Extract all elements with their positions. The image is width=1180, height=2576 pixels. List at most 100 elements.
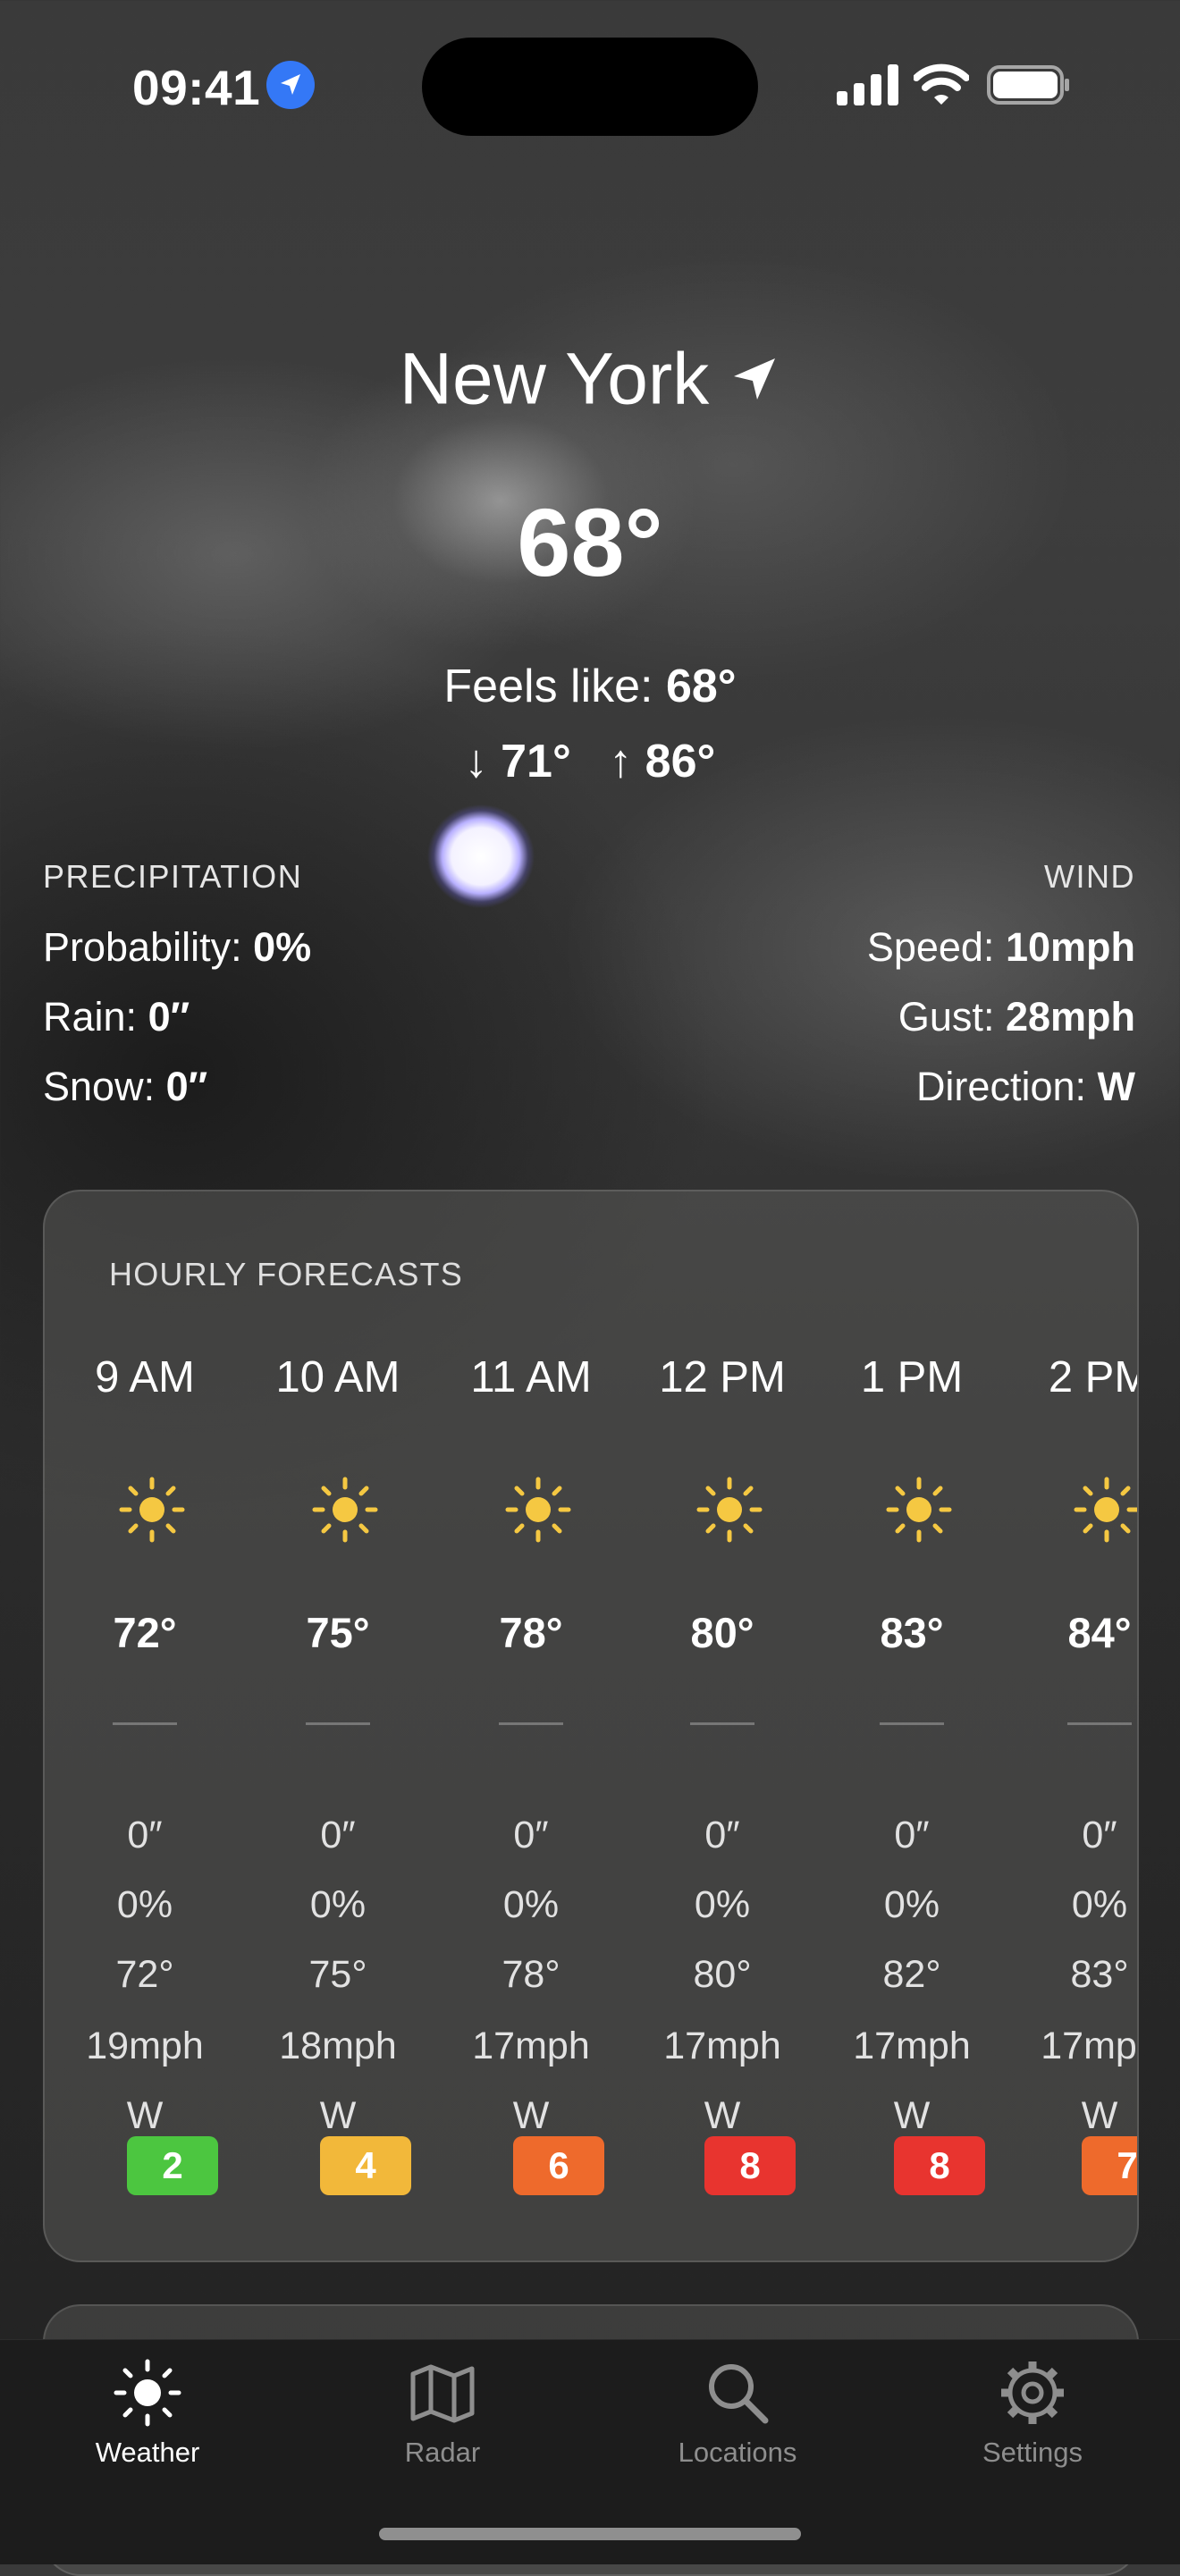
hour-wind-direction: W	[319, 2094, 357, 2137]
feels-like: Feels like: 68°	[0, 660, 1180, 713]
hour-column: 2 PM 84° 0″ 0% 83° 17mph W7	[1003, 1191, 1137, 2260]
hour-wind-speed: 19mph	[86, 2025, 204, 2067]
wind-direction: Direction: W	[867, 1064, 1135, 1133]
hour-probability: 0%	[883, 1883, 940, 1926]
uv-index-badge: 4	[320, 2136, 411, 2195]
sun-icon	[1074, 1477, 1137, 1543]
hourly-forecast-card[interactable]: HOURLY FORECASTS 9 AM 72° 0″ 0% 72° 19mph W 2 10…	[43, 1190, 1139, 2262]
label: Rain:	[43, 994, 148, 1040]
hour-precipitation: 0″	[894, 1814, 930, 1856]
uv-index-badge: 7	[1082, 2136, 1137, 2195]
hour-wind-direction: W	[126, 2094, 164, 2137]
low-temperature: ↓ 71°	[465, 736, 571, 787]
wind-speed: Speed: 10mph	[867, 924, 1135, 994]
hour-wind-speed: 17mph	[472, 2025, 590, 2067]
hourly-forecast-list[interactable]: 9 AM 72° 0″ 0% 72° 19mph W 2 10 AM 75° 0″ 0% 75° 18mp…	[45, 1191, 1137, 2260]
high-temperature: ↑ 86°	[609, 736, 715, 787]
map-icon	[410, 2364, 475, 2423]
uv-index-badge: 6	[513, 2136, 604, 2195]
feels-like-label: Feels like:	[443, 661, 666, 712]
tab-label: Radar	[404, 2437, 481, 2468]
low-value: 71°	[501, 736, 571, 787]
tab-label: Locations	[678, 2437, 797, 2468]
search-icon	[709, 2364, 769, 2424]
status-time: 09:41	[132, 60, 261, 115]
battery-icon	[987, 65, 1069, 105]
hour-probability: 0%	[1071, 1883, 1128, 1926]
precipitation-section: PRECIPITATION Probability: 0% Rain: 0″ S…	[43, 858, 311, 1133]
hour-divider	[306, 1722, 370, 1725]
sun-icon	[119, 1477, 185, 1543]
hour-wind-speed: 17mph	[853, 2025, 971, 2067]
value: 28mph	[1005, 994, 1135, 1040]
tab-label: Settings	[982, 2437, 1083, 2468]
hour-column: 12 PM 80° 0″ 0% 80° 17mph W 8	[626, 1191, 819, 2260]
uv-index-badge: 2	[127, 2136, 218, 2195]
hour-divider	[880, 1722, 944, 1725]
wind-gust: Gust: 28mph	[867, 994, 1135, 1064]
hour-column: 1 PM 83° 0″ 0% 82° 17mph W 8	[815, 1191, 1008, 2260]
value: 0″	[165, 1064, 208, 1109]
hour-temperature: 78°	[499, 1609, 563, 1656]
hour-time: 1 PM	[860, 1353, 964, 1402]
hour-column: 10 AM 75° 0″ 0% 75° 18mph W 4	[241, 1191, 434, 2260]
precipitation-snow: Snow: 0″	[43, 1064, 311, 1133]
hour-divider	[1067, 1722, 1132, 1725]
tab-settings[interactable]: Settings	[885, 2340, 1180, 2528]
sun-icon	[312, 1477, 378, 1543]
hour-probability: 0%	[694, 1883, 751, 1926]
hour-wind-direction: W	[1081, 2094, 1118, 2137]
precipitation-rain: Rain: 0″	[43, 994, 311, 1064]
high-value: 86°	[645, 736, 716, 787]
hour-precipitation: 0″	[1082, 1814, 1117, 1856]
down-arrow-icon: ↓	[464, 736, 488, 787]
sun-icon	[886, 1477, 952, 1543]
hour-divider	[113, 1722, 177, 1725]
hour-time: 10 AM	[275, 1353, 400, 1402]
label: Gust:	[898, 994, 1006, 1040]
hour-time: 12 PM	[659, 1353, 786, 1402]
hour-wind-speed: 18mph	[279, 2025, 397, 2067]
hour-wind-speed: 17mph	[1041, 2025, 1137, 2067]
hour-time: 2 PM	[1048, 1353, 1137, 1402]
tab-locations[interactable]: Locations	[590, 2340, 885, 2528]
hour-probability: 0%	[309, 1883, 367, 1926]
hour-wind-speed: 17mph	[663, 2025, 781, 2067]
tab-radar[interactable]: Radar	[295, 2340, 590, 2528]
hour-temperature: 72°	[113, 1609, 177, 1656]
hour-precipitation: 0″	[704, 1814, 740, 1856]
home-indicator[interactable]	[379, 2528, 801, 2540]
value: 0%	[253, 924, 312, 970]
wind-header: WIND	[1044, 858, 1135, 895]
hour-precipitation: 0″	[320, 1814, 356, 1856]
hour-feels-like: 72°	[115, 1953, 174, 1996]
hour-time: 9 AM	[95, 1353, 195, 1402]
hour-feels-like: 83°	[1070, 1953, 1129, 1996]
precipitation-probability: Probability: 0%	[43, 924, 311, 994]
hour-precipitation: 0″	[127, 1814, 163, 1856]
value: W	[1097, 1064, 1135, 1109]
hour-probability: 0%	[502, 1883, 560, 1926]
hour-divider	[499, 1722, 563, 1725]
hour-column: 11 AM 78° 0″ 0% 78° 17mph W 6	[434, 1191, 628, 2260]
dynamic-island	[422, 38, 758, 136]
location-arrow-icon	[734, 358, 776, 400]
hour-wind-direction: W	[512, 2094, 550, 2137]
hour-wind-direction: W	[893, 2094, 931, 2137]
label: Probability:	[43, 924, 254, 970]
city-name: New York	[399, 338, 710, 420]
feels-like-value: 68°	[665, 661, 737, 712]
cellular-signal-icon	[837, 64, 898, 105]
hour-feels-like: 75°	[308, 1953, 367, 1996]
up-arrow-icon: ↑	[609, 736, 633, 787]
hour-temperature: 83°	[880, 1609, 944, 1656]
hour-wind-direction: W	[704, 2094, 741, 2137]
tab-weather[interactable]: Weather	[0, 2340, 295, 2528]
sun-icon	[114, 2359, 181, 2427]
location-title: New York	[0, 333, 1180, 421]
value: 0″	[148, 994, 190, 1040]
hour-temperature: 80°	[690, 1609, 754, 1656]
tab-label: Weather	[95, 2437, 200, 2468]
hour-feels-like: 82°	[882, 1953, 941, 1996]
uv-index-badge: 8	[894, 2136, 985, 2195]
